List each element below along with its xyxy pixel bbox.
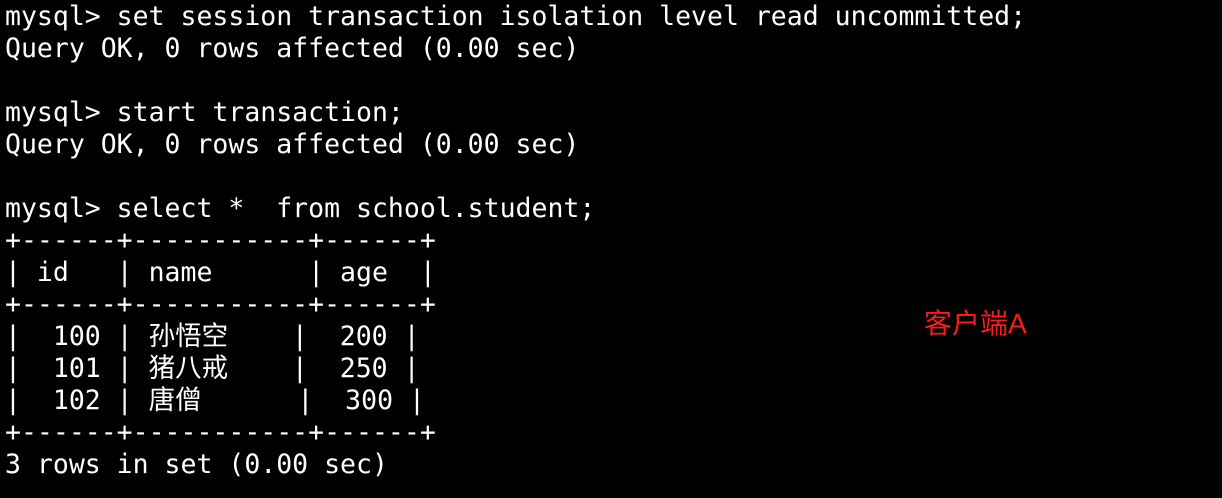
result-table-border-bottom: +------+-----------+------+: [5, 417, 436, 448]
result-table-row: | 102 | 唐僧 | 300 |: [5, 385, 425, 416]
terminal-line-start-transaction-command: mysql> start transaction;: [5, 97, 404, 128]
terminal-line-select-command: mysql> select * from school.student;: [5, 193, 596, 224]
result-table-header: | id | name | age |: [5, 257, 436, 288]
terminal-line-query-ok-2: Query OK, 0 rows affected (0.00 sec): [5, 129, 580, 160]
client-a-annotation: 客户端A: [924, 308, 1027, 339]
terminal-output: mysql> set session transaction isolation…: [5, 1, 1205, 481]
terminal-line-rows-in-set: 3 rows in set (0.00 sec): [5, 449, 388, 480]
result-table-row: | 101 | 猪八戒 | 250 |: [5, 353, 420, 384]
terminal-line-query-ok-1: Query OK, 0 rows affected (0.00 sec): [5, 33, 580, 64]
result-table-border-top: +------+-----------+------+: [5, 225, 436, 256]
terminal-line-set-isolation-command: mysql> set session transaction isolation…: [5, 1, 1027, 32]
